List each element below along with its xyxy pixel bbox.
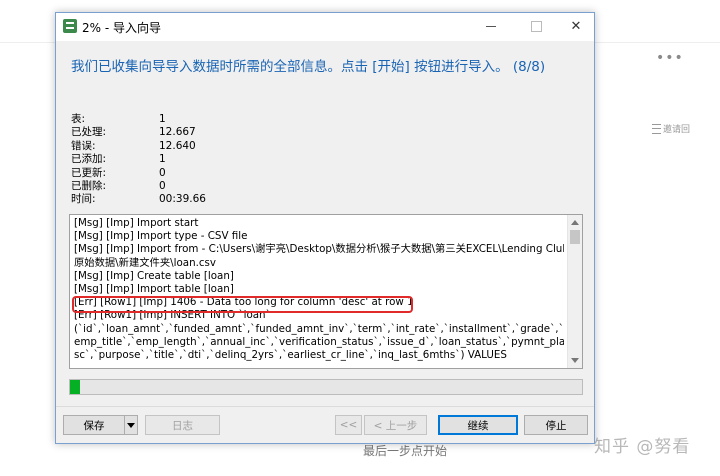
chevron-down-icon [127,422,135,428]
stat-row: 时间: 00:39.66 [71,193,206,206]
log-line: emp_title`,`emp_length`,`annual_inc`,`ve… [74,335,564,348]
invite-answer-label: 邀请回 [663,125,691,135]
log-line: [Msg] [Imp] Import table [loan] [74,283,234,296]
window-title: 2% - 导入向导 [82,21,161,35]
stat-value: 0 [159,166,166,179]
stat-value: 12.667 [159,126,196,139]
stat-row: 表: 1 [71,113,206,126]
stat-label: 已添加: [71,153,107,166]
more-dots-icon[interactable]: ••• [656,50,684,66]
stat-value: 12.640 [159,139,196,152]
stat-row: 已删除: 0 [71,180,206,193]
log-line: [Msg] [Imp] Import start [74,217,199,229]
continue-button[interactable]: 继续 [438,415,518,435]
log-line: [Msg] [Imp] Import type - CSV file [74,230,248,243]
stop-button[interactable]: 停止 [524,415,588,435]
title-bar[interactable]: 2% - 导入向导 ✕ [56,13,594,41]
image-caption: 最后一步点开始 [363,444,448,458]
log-scrollbar[interactable] [567,215,582,368]
import-stats: 表: 1 已处理: 12.667 错误: 12.640 已添加: 1 已更新: 0 已删除… [71,113,206,207]
stat-value: 00:39.66 [159,193,206,206]
back-button[interactable]: < 上一步 [364,415,427,435]
watermark: 知乎 @努看 [594,437,691,457]
stat-label: 错误: [71,139,96,152]
stat-row: 已更新: 0 [71,167,206,180]
save-button[interactable]: 保存 [63,415,125,435]
log-line: [Msg] [Imp] Create table [loan] [74,269,234,282]
stat-row: 已处理: 12.667 [71,126,206,139]
stat-value: 1 [159,153,166,166]
list-icon [652,123,661,134]
stat-label: 时间: [71,193,96,206]
close-button[interactable]: ✕ [559,15,593,37]
stat-label: 已删除: [71,180,107,193]
scroll-up-icon[interactable] [571,220,579,225]
log-line: 原始数据\新建文件夹\loan.csv [74,256,216,269]
footer-divider [56,406,594,407]
progress-fill [70,380,81,394]
invite-answer-link[interactable]: 邀请回 [652,122,690,135]
minimize-button[interactable] [474,15,508,37]
minimize-icon [486,25,496,27]
wizard-headline: 我们已收集向导导入数据时所需的全部信息。点击 [开始] 按钮进行导入。 (8/8… [71,59,546,75]
stat-value: 1 [159,113,166,125]
import-progress-bar [69,379,583,395]
first-step-button[interactable]: << [335,415,362,435]
import-log[interactable]: [Msg] [Imp] Import start [Msg] [Imp] Imp… [69,214,583,369]
save-dropdown-button[interactable] [124,415,138,435]
stat-label: 表: [71,113,86,125]
scroll-down-icon[interactable] [571,358,579,363]
log-button[interactable]: 日志 [145,415,220,435]
stat-value: 0 [159,180,166,193]
stat-label: 已处理: [71,126,107,139]
log-line: [Msg] [Imp] Import from - C:\Users\谢宇亮\D… [74,243,564,256]
log-lines: [Msg] [Imp] Import start [Msg] [Imp] Imp… [74,217,564,362]
table-import-icon [63,19,77,33]
maximize-icon [530,20,542,32]
error-highlight-box [72,296,413,313]
stat-row: 已添加: 1 [71,153,206,166]
close-icon: ✕ [570,18,582,34]
log-line: (`id`,`loan_amnt`,`funded_amnt`,`funded_… [74,322,564,335]
stat-label: 已更新: [71,166,107,179]
log-line: sc`,`purpose`,`title`,`dti`,`delinq_2yrs… [74,349,507,362]
maximize-button[interactable] [519,15,553,37]
scroll-thumb[interactable] [570,230,580,244]
import-wizard-window: 2% - 导入向导 ✕ 我们已收集向导导入数据时所需的全部信息。点击 [开始] … [55,12,595,444]
stat-row: 错误: 12.640 [71,140,206,153]
